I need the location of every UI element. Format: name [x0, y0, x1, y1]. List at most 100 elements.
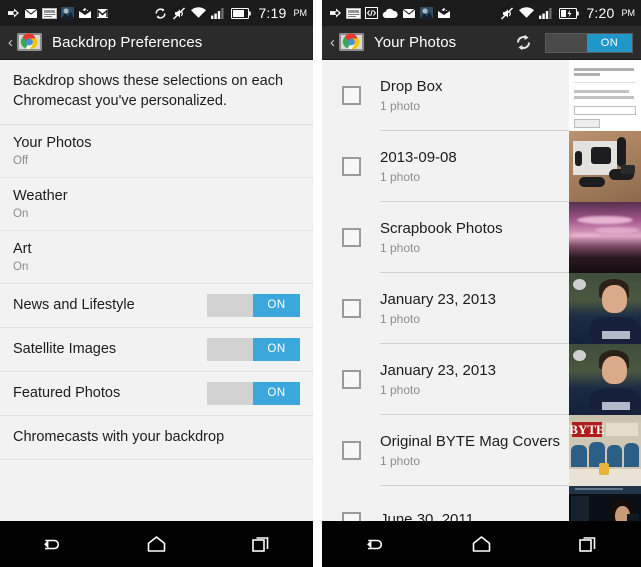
album-name: Scrapbook Photos: [380, 219, 503, 237]
cellular-signal-icon: [539, 8, 553, 19]
album-name: Drop Box: [380, 77, 443, 95]
album-checkbox[interactable]: [341, 512, 361, 521]
album-thumbnail[interactable]: BYTE: [569, 415, 641, 486]
nav-recents-button[interactable]: [234, 527, 288, 561]
setting-row-your-photos[interactable]: Your Photos Off: [0, 125, 313, 179]
home-icon: [147, 536, 166, 552]
setting-row-featured-photos[interactable]: Featured Photos ON: [0, 372, 313, 417]
nav-back-button[interactable]: [348, 527, 402, 561]
nav-recents-button[interactable]: [561, 527, 615, 561]
album-list[interactable]: Drop Box 1 photo 2013-09-08 1 photo Scra…: [322, 60, 641, 521]
setting-row-news-and-lifestyle[interactable]: News and Lifestyle ON: [0, 284, 313, 329]
left-screen-title: Backdrop Preferences: [52, 34, 203, 51]
chromecast-icon[interactable]: [16, 32, 43, 54]
left-status-time: 7:19: [258, 5, 287, 21]
chromecast-icon[interactable]: [338, 32, 365, 54]
toggle-news-and-lifestyle[interactable]: ON: [207, 293, 300, 317]
silent-mode-icon: [173, 7, 186, 19]
setting-row-art[interactable]: Art On: [0, 231, 313, 285]
album-name: 2013-09-08: [380, 148, 457, 166]
wifi-icon: [191, 7, 207, 18]
thumbnail-woman-night-photo: [569, 486, 641, 521]
news-icon: [42, 7, 57, 19]
album-checkbox[interactable]: [341, 228, 361, 247]
nav-home-button[interactable]: [454, 527, 508, 561]
right-screen-title: Your Photos: [374, 34, 457, 51]
thumbnail-man-portrait-photo: [569, 344, 641, 415]
toggle-state-label: ON: [587, 33, 632, 52]
list-item[interactable]: January 23, 2013 1 photo: [322, 273, 641, 344]
battery-charging-icon: [559, 7, 580, 19]
setting-title: Satellite Images: [13, 341, 117, 358]
list-item[interactable]: June 30, 2011: [322, 486, 641, 521]
inbox-check-icon: [79, 7, 91, 18]
your-photos-master-toggle[interactable]: ON: [545, 32, 633, 53]
setting-subtitle: On: [13, 261, 29, 274]
album-checkbox-cell[interactable]: [322, 486, 380, 521]
dual-screenshot-container: 7:19 PM ‹ Backdrop Preferences Backdrop …: [0, 0, 641, 567]
album-info: Scrapbook Photos 1 photo: [380, 202, 569, 273]
cloud-icon: [382, 8, 398, 18]
list-item[interactable]: Scrapbook Photos 1 photo: [322, 202, 641, 273]
mail-icon: [402, 7, 416, 19]
list-item[interactable]: Drop Box 1 photo: [322, 60, 641, 131]
nav-back-button[interactable]: [25, 527, 79, 561]
setting-row-satellite-images[interactable]: Satellite Images ON: [0, 328, 313, 373]
news-icon: [346, 7, 361, 19]
setting-subtitle: On: [13, 208, 29, 221]
right-status-system-icons: 7:20 PM: [500, 5, 635, 21]
inbox-check-icon: [438, 7, 450, 18]
album-thumbnail[interactable]: [569, 131, 641, 202]
album-info: June 30, 2011: [380, 486, 569, 522]
album-checkbox[interactable]: [341, 157, 361, 176]
right-back-chevron-icon[interactable]: ‹: [330, 35, 335, 50]
list-item[interactable]: January 23, 2013 1 photo: [322, 344, 641, 415]
album-thumbnail[interactable]: [569, 486, 641, 521]
left-nav-bar: [0, 521, 313, 567]
album-checkbox-cell[interactable]: [322, 202, 380, 273]
silent-mode-icon: [501, 7, 514, 19]
setting-row-weather[interactable]: Weather On: [0, 178, 313, 232]
album-name: January 23, 2013: [380, 290, 496, 308]
album-checkbox[interactable]: [341, 86, 361, 105]
album-checkbox-cell[interactable]: [322, 415, 380, 486]
album-checkbox-cell[interactable]: [322, 344, 380, 415]
album-info: 2013-09-08 1 photo: [380, 131, 569, 202]
setting-title: Your Photos: [13, 135, 92, 151]
right-status-meridiem: PM: [621, 8, 636, 18]
right-status-bar: 7:20 PM: [322, 0, 641, 26]
toggle-satellite-images[interactable]: ON: [207, 337, 300, 361]
album-checkbox-cell[interactable]: [322, 273, 380, 344]
album-photo-count: 1 photo: [380, 453, 421, 468]
setting-subtitle: Off: [13, 155, 29, 168]
album-thumbnail[interactable]: [569, 60, 641, 131]
thumbnail-byte-magazine-cover: BYTE: [569, 415, 641, 486]
back-icon: [367, 539, 383, 550]
setting-row-chromecasts-with-your-backdrop[interactable]: Chromecasts with your backdrop: [0, 416, 313, 461]
list-item[interactable]: Original BYTE Mag Covers 1 photo BYTE: [322, 415, 641, 486]
album-checkbox[interactable]: [341, 370, 361, 389]
album-checkbox[interactable]: [341, 441, 361, 460]
left-settings-list[interactable]: Backdrop shows these selections on each …: [0, 60, 313, 521]
list-item[interactable]: 2013-09-08 1 photo: [322, 131, 641, 202]
code-icon: [365, 7, 378, 19]
nav-home-button[interactable]: [129, 527, 183, 561]
left-status-system-icons: 7:19 PM: [154, 5, 307, 21]
album-thumbnail[interactable]: [569, 202, 641, 273]
album-checkbox-cell[interactable]: [322, 131, 380, 202]
album-photo-count: 1 photo: [380, 169, 421, 184]
toggle-state-label: ON: [253, 337, 300, 361]
right-status-notification-icons: [328, 6, 451, 20]
album-photo-count: 1 photo: [380, 240, 421, 255]
refresh-button[interactable]: [514, 33, 533, 52]
album-checkbox-cell[interactable]: [322, 60, 380, 131]
backdrop-intro-block: Backdrop shows these selections on each …: [0, 60, 313, 125]
album-checkbox[interactable]: [341, 299, 361, 318]
photo-icon: [420, 7, 433, 19]
left-back-chevron-icon[interactable]: ‹: [8, 35, 13, 50]
toggle-featured-photos[interactable]: ON: [207, 381, 300, 405]
album-thumbnail[interactable]: [569, 273, 641, 344]
album-info: January 23, 2013 1 photo: [380, 344, 569, 415]
mail-icon: [24, 7, 38, 19]
album-thumbnail[interactable]: [569, 344, 641, 415]
